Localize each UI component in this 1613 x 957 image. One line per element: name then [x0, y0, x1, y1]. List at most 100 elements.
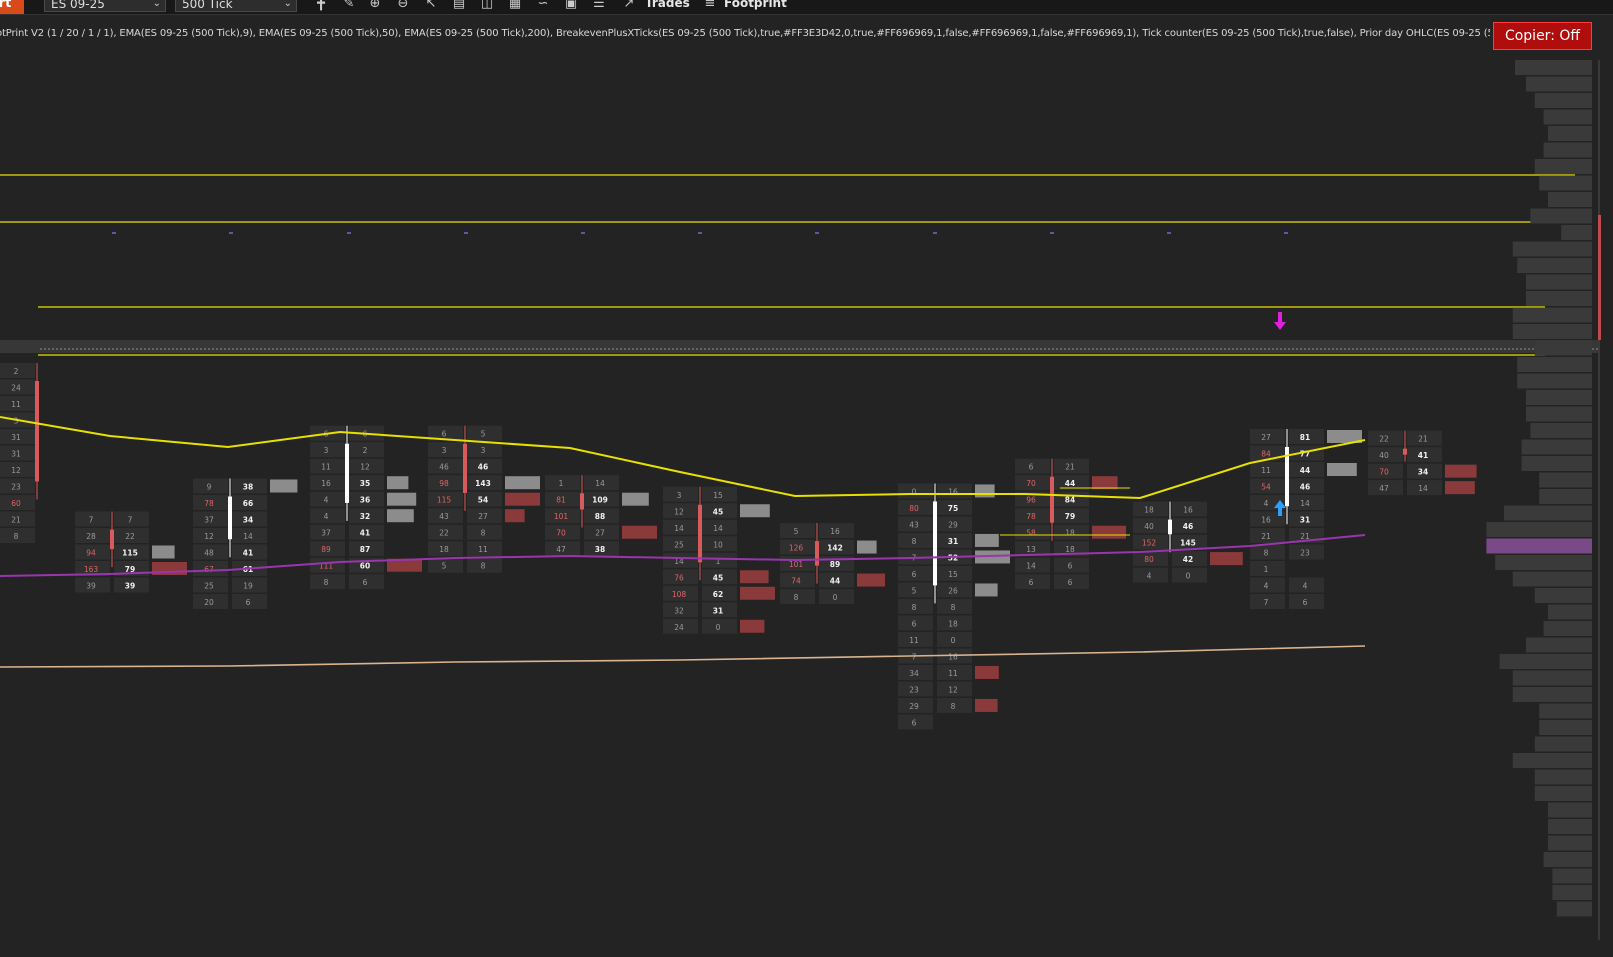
footprint-bid-value: 74: [791, 577, 801, 586]
footprint-bid-value: 40: [1379, 451, 1389, 460]
copier-status-button[interactable]: Copier: Off: [1493, 22, 1592, 50]
footprint-ask-value: 46: [1300, 483, 1310, 492]
footprint-delta-bar: [740, 570, 769, 584]
footprint-ask-value: 3: [481, 446, 486, 455]
footprint-bid-value: 108: [672, 590, 687, 599]
ema-200-line: [0, 645, 1366, 668]
footprint-bid-value: 6: [912, 619, 917, 628]
footprint-bid-value: 32: [674, 606, 684, 615]
footprint-bid-value: 8: [912, 537, 917, 546]
footprint-bid-value: 101: [554, 512, 569, 521]
vertical-scrollbar-thumb[interactable]: [1598, 215, 1601, 340]
volume-profile-bar: [1526, 390, 1592, 405]
interval-label: 500 Tick: [182, 0, 233, 11]
volume-profile-bar: [1539, 472, 1592, 488]
volume-profile-bar: [1512, 753, 1592, 768]
footprint-bid-value: 0: [912, 487, 917, 496]
footprint-delta-bar: [1210, 552, 1243, 566]
footprint-bid-value: 60: [11, 499, 21, 508]
footprint-bid-value: 6: [1029, 463, 1034, 472]
price-ladder-icon[interactable]: ◫: [479, 0, 495, 12]
footprint-delta-bar: [152, 545, 175, 559]
footprint-ask-value: 38: [243, 483, 253, 492]
data-box-icon[interactable]: ▤: [451, 0, 467, 12]
sell-signal-arrow-icon: [1274, 312, 1286, 330]
pointer-icon[interactable]: ↖: [423, 0, 439, 12]
footprint-bid-value: 6: [1029, 578, 1034, 587]
footprint-bid-value: 126: [789, 544, 804, 553]
trades-button[interactable]: Trades: [645, 0, 690, 11]
footprint-ask-value: 34: [243, 516, 253, 525]
footprint-ask-value: 6: [363, 578, 368, 587]
footprint-bid-value: 1: [559, 479, 564, 488]
volume-profile-bar: [1543, 109, 1592, 125]
candle-body[interactable]: [1050, 476, 1054, 523]
instrument-selector[interactable]: ES 09-25 ⌄: [44, 0, 166, 12]
footprint-ask-value: 115: [122, 549, 138, 558]
indicators-icon[interactable]: ▦: [507, 0, 523, 12]
volume-profile-bar: [1539, 489, 1592, 504]
footprint-bid-value: 5: [442, 562, 447, 571]
footprint-bid-value: 67: [204, 565, 214, 574]
candle-body[interactable]: [345, 443, 349, 503]
footprint-ask-value: 87: [360, 545, 370, 554]
footprint-bid-value: 5: [794, 527, 799, 536]
bar-type-icon[interactable]: ╋: [313, 0, 329, 12]
footprint-button[interactable]: Footprint: [724, 0, 787, 11]
footprint-bid-value: 11: [321, 463, 331, 472]
templates-icon[interactable]: ▣: [563, 0, 579, 12]
candle-body[interactable]: [463, 443, 467, 493]
candle-body[interactable]: [933, 501, 937, 586]
footprint-bid-value: 3: [442, 446, 447, 455]
volume-profile-bar: [1512, 670, 1592, 686]
candle-body[interactable]: [1168, 519, 1172, 535]
footprint-ask-value: 145: [1180, 539, 1196, 548]
footprint-bid-value: 6: [442, 430, 447, 439]
drawing-tool-icon[interactable]: ✎: [341, 0, 357, 12]
strategies-icon[interactable]: ∽: [535, 0, 551, 12]
footprint-bid-value: 7: [89, 516, 94, 525]
footprint-bid-value: 12: [674, 507, 684, 516]
footprint-bid-value: 4: [1147, 572, 1152, 581]
volume-profile-bar: [1521, 456, 1592, 471]
footprint-ask-value: 38: [595, 545, 605, 554]
candle-body[interactable]: [1403, 448, 1407, 455]
candle-body[interactable]: [110, 529, 114, 550]
footprint-ask-value: 39: [125, 582, 135, 591]
zoom-out-icon[interactable]: ⊖: [395, 0, 411, 12]
footprint-ask-value: 34: [1418, 468, 1428, 477]
properties-icon[interactable]: ☰: [591, 0, 607, 12]
footprint-delta-bar: [387, 509, 414, 523]
volume-profile-bar: [1517, 357, 1592, 372]
chart-canvas[interactable]: 22411331311223602187 728 2294 115163 7939 399…: [0, 0, 1613, 957]
chart-tab[interactable]: art: [0, 0, 24, 14]
footprint-bid-value: 5: [912, 586, 917, 595]
footprint-bid-value: 46: [439, 463, 449, 472]
footprint-bid-value: 24: [674, 623, 684, 632]
candle-body[interactable]: [698, 504, 702, 563]
zoom-in-icon[interactable]: ⊕: [367, 0, 383, 12]
candle-body[interactable]: [815, 541, 819, 566]
footprint-bid-value: 6: [912, 570, 917, 579]
footprint-delta-bar: [857, 540, 877, 554]
candle-body[interactable]: [580, 493, 584, 510]
footprint-ask-value: 44: [830, 577, 840, 586]
footprint-ask-value: 31: [713, 606, 723, 615]
footprint-ask-value: 21: [1418, 435, 1428, 444]
candle-body[interactable]: [228, 496, 232, 540]
footprint-icon[interactable]: ≡: [702, 0, 718, 12]
candle-body[interactable]: [35, 381, 39, 482]
interval-selector[interactable]: 500 Tick ⌄: [175, 0, 297, 12]
footprint-bid-value: 89: [321, 545, 331, 554]
trades-icon[interactable]: ↗: [621, 0, 637, 12]
vertical-scrollbar-track[interactable]: [1598, 60, 1600, 940]
volume-profile-bar: [1543, 142, 1592, 158]
footprint-ask-value: 8: [481, 529, 486, 538]
volume-profile-bar: [1512, 307, 1592, 323]
volume-profile-bar: [1534, 93, 1592, 108]
footprint-bid-value: 7: [912, 652, 917, 661]
footprint-ask-value: 18: [948, 619, 958, 628]
footprint-ask-value: 2: [363, 446, 368, 455]
footprint-delta-bar: [975, 698, 998, 712]
footprint-bid-value: 8: [1264, 549, 1269, 558]
